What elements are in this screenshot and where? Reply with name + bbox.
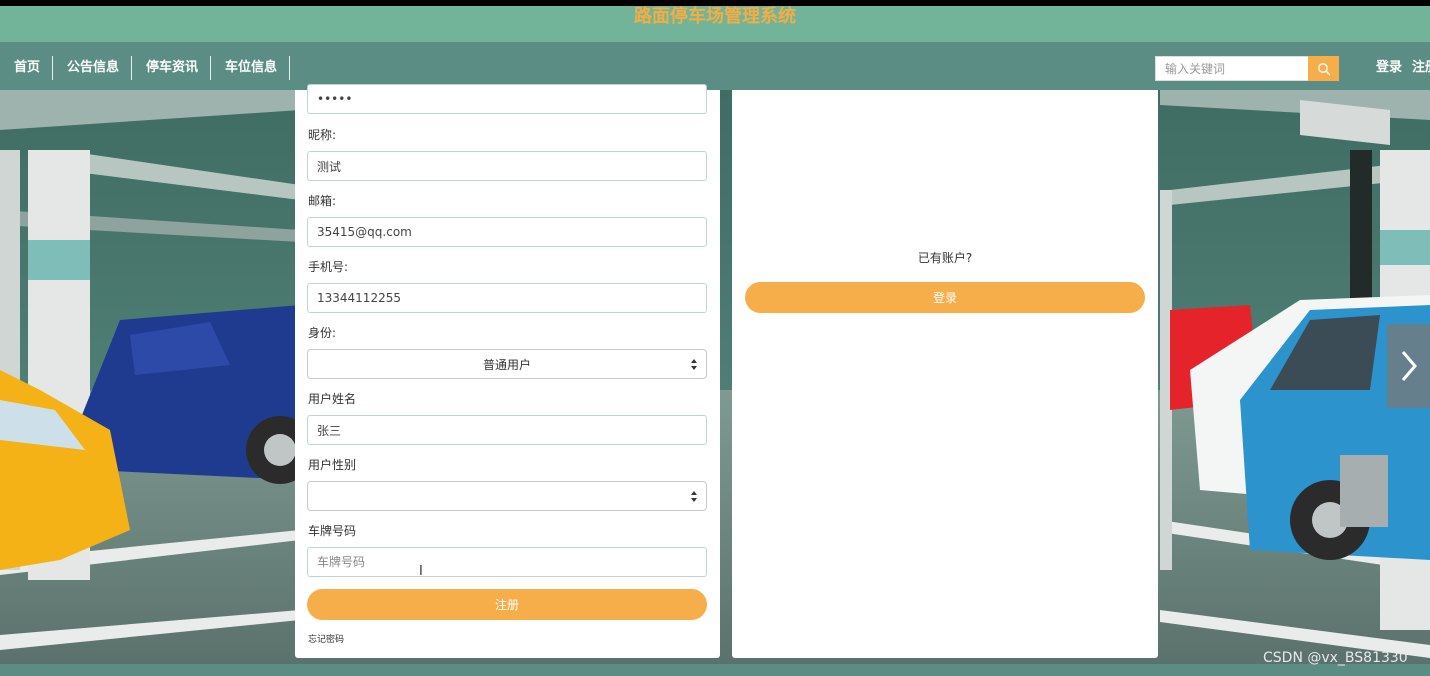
text-cursor-icon: I xyxy=(419,564,423,579)
login-link[interactable]: 登录 xyxy=(1376,59,1402,77)
select-arrows-icon xyxy=(691,359,697,370)
login-prompt-panel: 已有账户? 登录 xyxy=(732,90,1158,658)
role-selected-value: 普通用户 xyxy=(482,357,531,372)
title-bar: 路面停车场管理系统 xyxy=(0,6,1430,42)
role-label: 身份: xyxy=(308,326,337,340)
watermark: CSDN @vx_BS81330 xyxy=(1263,650,1408,666)
search-icon xyxy=(1317,62,1330,75)
plate-field[interactable] xyxy=(307,547,707,577)
forgot-password-link[interactable]: 忘记密码 xyxy=(308,632,344,645)
site-title: 路面停车场管理系统 xyxy=(634,6,796,27)
email-label: 邮箱: xyxy=(308,194,337,208)
register-submit-button[interactable]: 注册 xyxy=(307,589,707,620)
search-input[interactable] xyxy=(1155,56,1309,81)
phone-label: 手机号: xyxy=(308,260,349,274)
register-link[interactable]: 注册 xyxy=(1412,59,1430,77)
nickname-label: 昵称: xyxy=(308,128,337,142)
nav-item-announcements[interactable]: 公告信息 xyxy=(53,56,133,80)
nickname-field[interactable] xyxy=(307,151,707,181)
gender-select[interactable] xyxy=(307,481,707,511)
username-field[interactable] xyxy=(307,415,707,445)
nav-item-parking-spaces[interactable]: 车位信息 xyxy=(211,56,291,80)
password-field[interactable] xyxy=(307,84,707,114)
nav-item-parking-news[interactable]: 停车资讯 xyxy=(132,56,212,80)
chevron-right-icon xyxy=(1401,351,1417,381)
nav-list: 首页 公告信息 停车资讯 车位信息 xyxy=(0,56,291,80)
phone-field[interactable] xyxy=(307,283,707,313)
carousel-next-button[interactable] xyxy=(1387,324,1430,408)
have-account-text: 已有账户? xyxy=(917,251,973,265)
role-select[interactable]: 普通用户 xyxy=(307,349,707,379)
select-arrows-icon xyxy=(691,491,697,502)
plate-label: 车牌号码 xyxy=(308,524,357,538)
email-field[interactable] xyxy=(307,217,707,247)
nav-item-home[interactable]: 首页 xyxy=(0,56,54,80)
navbar: 首页 公告信息 停车资讯 车位信息 登录 注册 xyxy=(0,42,1430,90)
register-form-panel: 昵称: 邮箱: 手机号: 身份: 普通用户 用户姓名 用户性别 车牌号码 I 注… xyxy=(295,84,720,658)
footer-strip xyxy=(0,664,1430,676)
login-button[interactable]: 登录 xyxy=(745,282,1145,313)
search-button[interactable] xyxy=(1308,56,1339,81)
gender-label: 用户性别 xyxy=(308,458,357,472)
username-label: 用户姓名 xyxy=(308,392,357,406)
